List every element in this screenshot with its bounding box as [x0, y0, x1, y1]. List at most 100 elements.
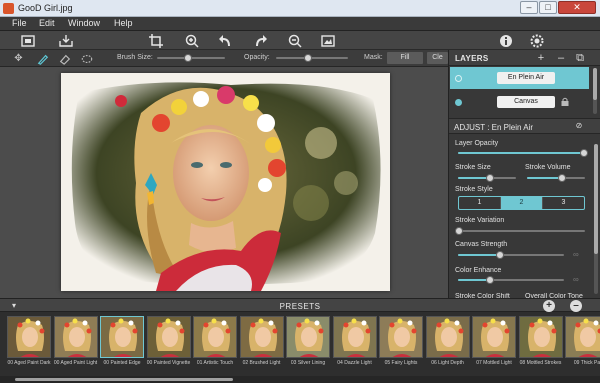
lock-icon — [561, 97, 569, 106]
open-icon[interactable] — [19, 32, 36, 49]
opacity-label: Opacity: — [244, 54, 270, 61]
presets-scrollbar-thumb[interactable] — [15, 378, 233, 381]
color-enhance-label: Color Enhance — [455, 267, 502, 274]
fit-image-icon[interactable] — [319, 32, 336, 49]
reset-adjust-icon[interactable]: ⊘ — [573, 120, 585, 132]
stroke-size-slider[interactable] — [458, 174, 516, 182]
fill-mask-button[interactable]: Fill — [387, 52, 423, 64]
menu-help[interactable]: Help — [114, 18, 133, 28]
lasso-icon[interactable] — [79, 51, 94, 66]
preset-label: 00 Aged Paint Light — [53, 360, 98, 366]
menu-edit[interactable]: Edit — [39, 18, 55, 28]
minimize-button[interactable]: – — [520, 1, 538, 14]
preset-preview-image — [379, 316, 423, 358]
preset-label: 01 Artistic Touch — [196, 360, 234, 366]
slider-knob[interactable] — [485, 276, 494, 284]
preset-preview-image — [425, 316, 470, 358]
preset-thumbnail[interactable]: 00 Aged Paint Dark — [7, 316, 51, 372]
menu-file[interactable]: File — [12, 18, 27, 28]
clear-mask-button[interactable]: Cle — [427, 52, 448, 64]
slider-knob[interactable] — [455, 227, 463, 235]
preset-label: 09 Thick Pa — [573, 360, 600, 366]
opacity-slider-knob[interactable] — [304, 54, 313, 62]
adjust-title: ADJUST : En Plein Air — [454, 123, 533, 132]
canvas-area[interactable] — [0, 67, 448, 298]
window-title: GooD Girl.jpg — [18, 3, 73, 13]
brush-size-slider[interactable] — [157, 54, 225, 62]
link-icon[interactable]: ∞ — [573, 251, 583, 259]
close-button[interactable]: ✕ — [558, 1, 596, 14]
brush-icon[interactable] — [35, 51, 50, 66]
redo-icon[interactable] — [251, 32, 268, 49]
preset-thumbnail[interactable]: 05 Fairy Lights — [379, 316, 423, 372]
undo-icon[interactable] — [217, 32, 234, 49]
preset-thumbnail[interactable]: 06 Light Depth — [425, 316, 470, 372]
app-icon — [3, 3, 14, 14]
preset-thumbnail[interactable]: 02 Brushed Light — [239, 316, 284, 372]
duplicate-layer-icon[interactable]: ⧉ — [574, 52, 586, 64]
preset-thumbnail[interactable]: 08 Mottled Strokes — [518, 316, 563, 372]
preset-preview-image — [7, 316, 51, 358]
layer-visibility-icon[interactable] — [455, 99, 462, 106]
zoom-out-icon[interactable] — [286, 32, 303, 49]
slider-knob[interactable] — [496, 251, 505, 259]
save-icon[interactable] — [57, 32, 74, 49]
layer-opacity-slider[interactable] — [458, 149, 588, 157]
title-bar: GooD Girl.jpg – □ ✕ — [0, 0, 600, 17]
stroke-variation-label: Stroke Variation — [455, 217, 505, 224]
maximize-button[interactable]: □ — [539, 1, 557, 14]
preset-thumbnail[interactable]: 09 Thick Pa — [565, 316, 600, 372]
preset-label: 06 Light Depth — [431, 360, 464, 366]
stroke-style-option[interactable]: 3 — [543, 197, 584, 209]
preset-thumbnail[interactable]: 03 Silver Lining — [286, 316, 330, 372]
layers-title: LAYERS — [455, 54, 489, 63]
preset-thumbnail[interactable]: 01 Artistic Touch — [193, 316, 237, 372]
add-preset-button[interactable]: + — [543, 300, 555, 312]
stroke-variation-slider[interactable] — [455, 227, 585, 235]
stroke-style-selector: 1 2 3 — [458, 196, 585, 210]
preset-label: 00 Aged Paint Dark — [7, 360, 51, 366]
settings-icon[interactable] — [528, 32, 545, 49]
preset-thumbnail[interactable]: 04 Dazzle Light — [332, 316, 377, 372]
mask-label: Mask: — [364, 54, 383, 61]
adjust-scrollbar-thumb[interactable] — [594, 144, 598, 254]
menu-window[interactable]: Window — [68, 18, 100, 28]
layer-item[interactable]: Canvas — [450, 91, 589, 113]
remove-layer-button[interactable]: – — [555, 52, 567, 64]
stroke-volume-slider[interactable] — [527, 174, 585, 182]
stroke-volume-label: Stroke Volume — [525, 164, 571, 171]
canvas-strength-slider[interactable] — [458, 251, 564, 259]
eraser-icon[interactable] — [57, 51, 72, 66]
preset-preview-image — [518, 316, 563, 358]
crop-icon[interactable] — [147, 32, 164, 49]
move-icon[interactable]: ✥ — [11, 51, 26, 66]
stroke-style-option[interactable]: 2 — [501, 197, 543, 209]
preset-thumbnail[interactable]: 00 Aged Paint Light — [53, 316, 98, 372]
slider-knob[interactable] — [557, 174, 566, 182]
add-layer-button[interactable]: + — [535, 52, 547, 64]
preset-preview-image — [53, 316, 98, 358]
layers-scrollbar[interactable] — [593, 68, 597, 114]
slider-knob[interactable] — [580, 149, 588, 157]
presets-scrollbar[interactable] — [0, 376, 600, 383]
adjust-scrollbar[interactable] — [594, 144, 598, 294]
preset-thumbnail[interactable]: 00 Painted Edge — [100, 316, 144, 372]
slider-knob[interactable] — [485, 174, 494, 182]
brush-size-slider-knob[interactable] — [183, 54, 192, 62]
remove-preset-button[interactable]: – — [570, 300, 582, 312]
opacity-slider[interactable] — [276, 54, 348, 62]
info-icon[interactable] — [497, 32, 514, 49]
presets-header: ▾ PRESETS — [0, 298, 600, 312]
color-enhance-slider[interactable] — [458, 276, 564, 284]
layers-scrollbar-thumb[interactable] — [593, 68, 597, 100]
brush-size-label: Brush Size: — [117, 54, 153, 61]
painted-photo[interactable] — [61, 73, 390, 291]
zoom-in-icon[interactable] — [183, 32, 200, 49]
preset-thumbnail[interactable]: 07 Mottled Light — [472, 316, 516, 372]
stroke-style-option[interactable]: 1 — [459, 197, 501, 209]
preset-label: 07 Mottled Light — [476, 360, 512, 366]
layer-visibility-icon[interactable] — [455, 75, 462, 82]
link-icon[interactable]: ∞ — [573, 276, 583, 284]
preset-thumbnail[interactable]: 00 Painted Vignette — [146, 316, 191, 372]
layer-item[interactable]: En Plein Air — [450, 67, 589, 89]
